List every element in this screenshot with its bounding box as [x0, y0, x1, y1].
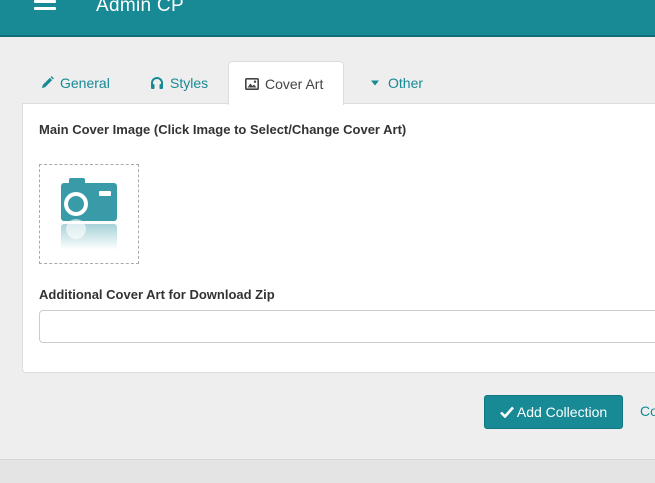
main-cover-label: Main Cover Image (Click Image to Select/… — [39, 122, 407, 137]
app-title: Admin CP — [96, 0, 184, 16]
tab-bar: General Styles Cover Art Other — [22, 61, 655, 105]
tab-other-label: Other — [388, 74, 424, 91]
additional-cover-input[interactable] — [39, 310, 655, 343]
pencil-icon — [40, 76, 54, 90]
image-icon — [245, 77, 259, 91]
tab-general-label: General — [60, 74, 110, 91]
tab-other[interactable]: Other — [356, 61, 435, 104]
additional-cover-label: Additional Cover Art for Download Zip — [39, 287, 275, 302]
tab-styles-label: Styles — [170, 74, 209, 91]
add-collection-button[interactable]: Add Collection — [484, 395, 623, 429]
cover-image-selector[interactable] — [39, 164, 139, 264]
add-collection-label: Add Collection — [516, 404, 608, 420]
hamburger-menu-icon[interactable] — [34, 0, 58, 16]
caret-down-icon — [368, 76, 382, 90]
tab-cover-art-label: Cover Art — [265, 75, 324, 92]
checkmark-icon — [499, 406, 514, 418]
top-navbar: Admin CP — [0, 0, 655, 37]
camera-icon — [61, 178, 117, 250]
cancel-link[interactable]: Co — [640, 403, 655, 419]
tab-general[interactable]: General — [28, 61, 122, 104]
cover-art-panel: Main Cover Image (Click Image to Select/… — [22, 103, 655, 373]
tab-cover-art[interactable]: Cover Art — [228, 61, 344, 105]
tab-styles[interactable]: Styles — [138, 61, 220, 104]
footer-bar — [0, 459, 655, 483]
headphones-icon — [150, 76, 164, 90]
